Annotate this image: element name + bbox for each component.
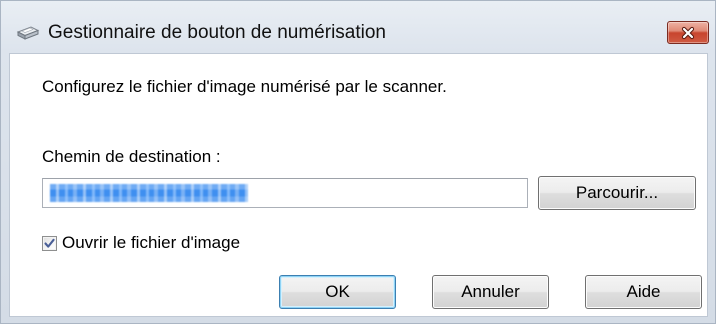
close-icon (681, 26, 695, 39)
ok-button-label: OK (325, 282, 350, 301)
destination-path-input[interactable] (42, 178, 528, 208)
dialog-body: Configurez le fichier d'image numérisé p… (9, 53, 708, 317)
help-button-label: Aide (626, 282, 661, 301)
window-title: Gestionnaire de bouton de numérisation (48, 22, 387, 43)
open-image-checkbox-label[interactable]: Ouvrir le fichier d'image (62, 233, 240, 253)
description-text: Configurez le fichier d'image numérisé p… (42, 77, 447, 96)
help-button[interactable]: Aide (585, 275, 702, 309)
scanner-icon (16, 26, 40, 40)
browse-button[interactable]: Parcourir... (538, 176, 696, 210)
destination-path-label: Chemin de destination : (42, 147, 221, 166)
dialog-window: Gestionnaire de bouton de numérisation C… (0, 0, 716, 324)
browse-button-label: Parcourir... (575, 183, 659, 202)
close-button[interactable] (667, 21, 709, 44)
cancel-button-label: Annuler (461, 282, 520, 301)
open-image-checkbox[interactable] (42, 236, 57, 251)
cancel-button[interactable]: Annuler (432, 275, 549, 309)
ok-button[interactable]: OK (279, 275, 396, 309)
checkmark-icon (44, 238, 55, 248)
redacted-path-text (50, 184, 248, 202)
